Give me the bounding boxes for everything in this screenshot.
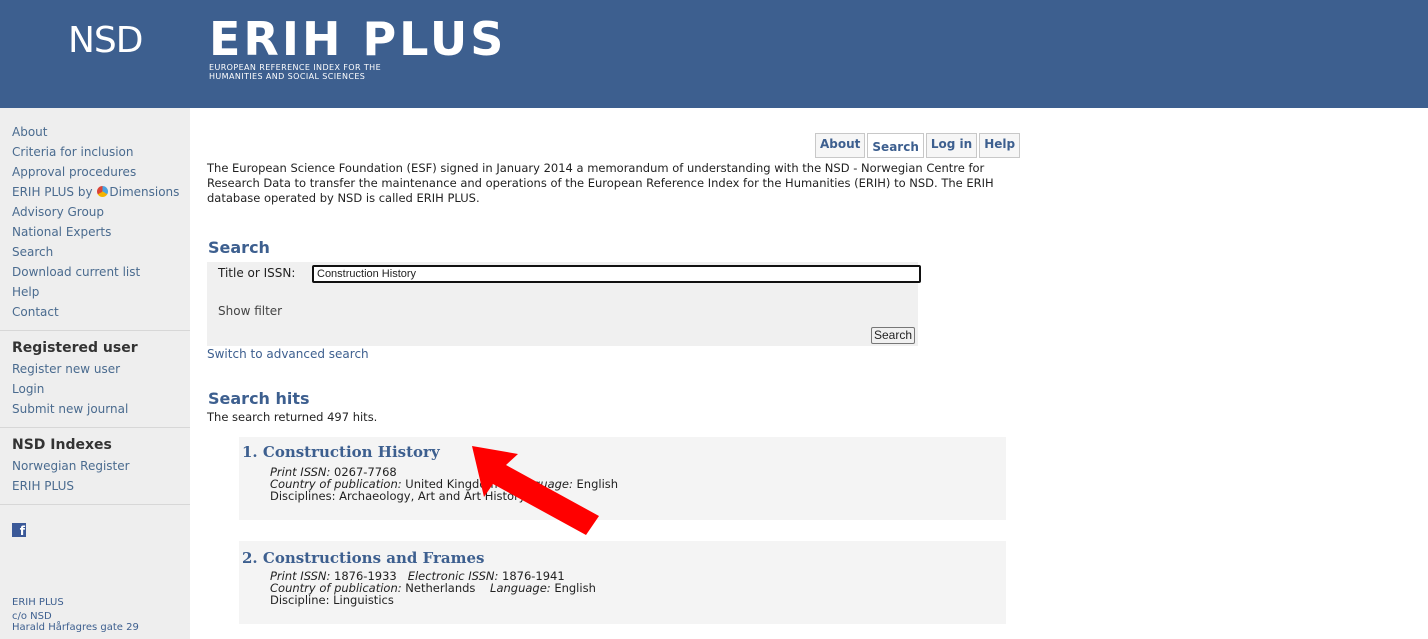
sidebar-footer-address: ERIH PLUS c/o NSD Harald Hårfagres gate … xyxy=(12,597,139,633)
result-language-value: English xyxy=(550,581,596,595)
advanced-search-link[interactable]: Switch to advanced search xyxy=(207,347,369,361)
sidebar-link-search[interactable]: Search xyxy=(12,242,187,262)
sidebar: About Criteria for inclusion Approval pr… xyxy=(0,108,190,639)
sidebar-link-advisory[interactable]: Advisory Group xyxy=(12,202,187,222)
tab-search[interactable]: Search xyxy=(867,133,924,158)
facebook-icon[interactable]: f xyxy=(12,523,26,538)
site-header: NSD ERIH PLUS EUROPEAN REFERENCE INDEX F… xyxy=(0,0,1428,108)
search-field-label: Title or ISSN: xyxy=(218,266,296,280)
tab-about[interactable]: About xyxy=(815,133,866,158)
sidebar-link-erih-plus[interactable]: ERIH PLUS xyxy=(12,476,187,496)
sidebar-link-register[interactable]: Register new user xyxy=(12,359,187,379)
sidebar-divider xyxy=(0,427,190,428)
registered-user-heading: Registered user xyxy=(12,340,138,356)
result-disciplines: Discipline: Linguistics xyxy=(270,593,394,607)
sidebar-link-submit-journal[interactable]: Submit new journal xyxy=(12,399,187,419)
sidebar-link-norwegian-register[interactable]: Norwegian Register xyxy=(12,456,187,476)
show-filter-link[interactable]: Show filter xyxy=(218,304,282,318)
sidebar-link-approval[interactable]: Approval procedures xyxy=(12,162,187,182)
sidebar-link-experts[interactable]: National Experts xyxy=(12,222,187,242)
sidebar-link-download[interactable]: Download current list xyxy=(12,262,187,282)
sidebar-link-help[interactable]: Help xyxy=(12,282,187,302)
sidebar-link-about[interactable]: About xyxy=(12,122,187,142)
intro-text: The European Science Foundation (ESF) si… xyxy=(207,161,994,205)
erih-logo-text: ERIH PLUS xyxy=(209,12,507,66)
top-tabs: About Search Log in Help xyxy=(815,133,1021,158)
sidebar-link-contact[interactable]: Contact xyxy=(12,302,187,322)
result-country-value: Netherlands xyxy=(401,581,476,595)
footer-co: c/o NSD xyxy=(12,611,52,622)
result-item: 1. Construction History Print ISSN: 0267… xyxy=(239,437,1006,520)
search-button[interactable]: Search xyxy=(871,327,916,344)
nsd-indexes-heading: NSD Indexes xyxy=(12,437,112,453)
sidebar-link-login[interactable]: Login xyxy=(12,379,187,399)
sidebar-link-erih-dimensions-post: Dimensions xyxy=(109,185,180,199)
search-heading: Search xyxy=(208,238,270,257)
search-input[interactable]: Construction History xyxy=(312,265,921,283)
sidebar-nav: About Criteria for inclusion Approval pr… xyxy=(0,122,190,511)
result-language-label: Language: xyxy=(490,581,551,595)
arrow-shape xyxy=(472,446,599,535)
dimensions-icon xyxy=(97,186,109,197)
erih-subtitle-line-2: HUMANITIES AND SOCIAL SCIENCES xyxy=(209,72,366,81)
sidebar-link-erih-dimensions[interactable]: ERIH PLUS by Dimensions xyxy=(12,182,187,202)
search-panel: Title or ISSN: Construction History Show… xyxy=(207,262,921,346)
result-title-link[interactable]: 2. Constructions and Frames xyxy=(242,549,484,567)
footer-org-name: ERIH PLUS xyxy=(12,597,64,608)
footer-street: Harald Hårfagres gate 29 xyxy=(12,622,139,633)
sidebar-divider xyxy=(0,330,190,331)
sidebar-link-erih-dimensions-pre: ERIH PLUS by xyxy=(12,185,97,199)
sidebar-link-criteria[interactable]: Criteria for inclusion xyxy=(12,142,187,162)
hits-count: The search returned 497 hits. xyxy=(207,410,378,424)
search-hits-heading: Search hits xyxy=(208,389,310,408)
red-arrow-annotation xyxy=(472,446,599,535)
result-item: 2. Constructions and Frames Print ISSN: … xyxy=(239,541,1006,624)
sidebar-divider xyxy=(0,504,190,505)
tab-login[interactable]: Log in xyxy=(925,133,978,158)
result-title-link[interactable]: 1. Construction History xyxy=(242,443,440,461)
tab-help[interactable]: Help xyxy=(979,133,1021,158)
nsd-logo[interactable]: NSD xyxy=(68,20,144,61)
erih-plus-logo[interactable]: ERIH PLUS EUROPEAN REFERENCE INDEX FOR T… xyxy=(209,12,507,81)
